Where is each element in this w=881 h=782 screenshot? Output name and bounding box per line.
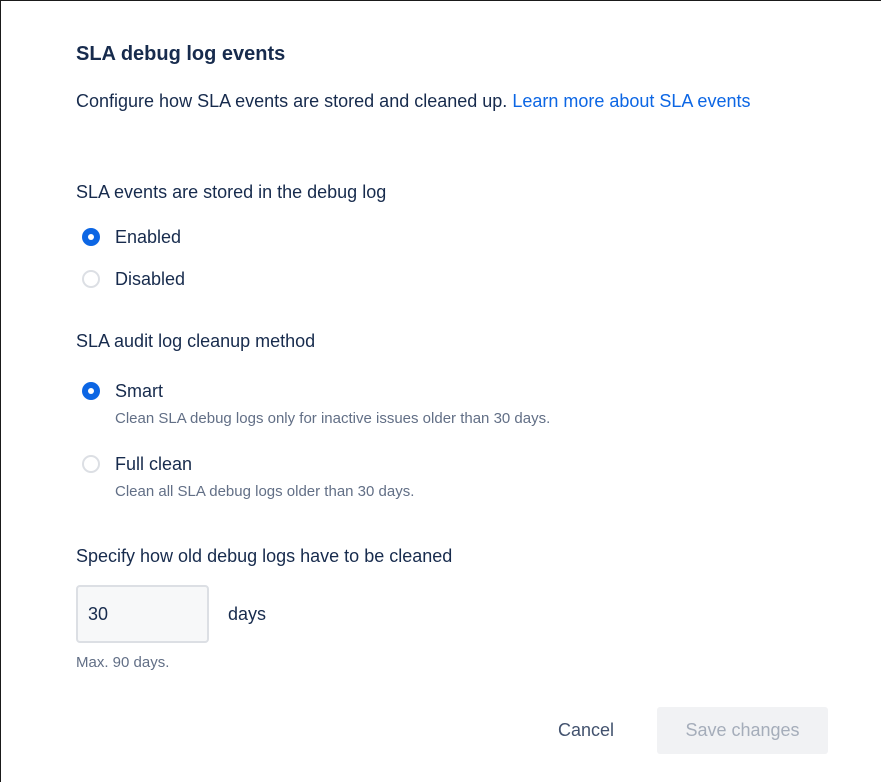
learn-more-link[interactable]: Learn more about SLA events: [512, 91, 750, 111]
days-unit-label: days: [228, 604, 267, 624]
radio-smart[interactable]: Smart Clean SLA debug logs only for inac…: [82, 380, 550, 427]
radio-selected-icon[interactable]: [82, 228, 100, 246]
page-description: Configure how SLA events are stored and …: [76, 88, 836, 115]
radio-full-clean[interactable]: Full clean Clean all SLA debug logs olde…: [82, 453, 414, 500]
cleanup-section-label: SLA audit log cleanup method: [76, 331, 316, 351]
radio-selected-icon[interactable]: [82, 382, 100, 400]
days-input[interactable]: [76, 585, 209, 643]
cancel-button[interactable]: Cancel: [546, 707, 626, 753]
radio-unselected-icon[interactable]: [82, 270, 100, 288]
radio-label-disabled: Disabled: [115, 269, 186, 289]
radio-hint-full-clean: Clean all SLA debug logs older than 30 d…: [115, 483, 415, 500]
radio-label-full-clean: Full clean: [115, 454, 193, 474]
save-changes-button[interactable]: Save changes: [657, 707, 828, 754]
page-title: SLA debug log events: [76, 43, 286, 65]
description-text: Configure how SLA events are stored and …: [76, 91, 508, 111]
radio-disabled[interactable]: Disabled: [82, 268, 185, 290]
radio-enabled[interactable]: Enabled: [82, 226, 181, 248]
max-days-hint: Max. 90 days.: [76, 654, 170, 671]
radio-hint-smart: Clean SLA debug logs only for inactive i…: [115, 410, 551, 427]
radio-label-smart: Smart: [115, 381, 164, 401]
age-section-label: Specify how old debug logs have to be cl…: [76, 546, 453, 566]
radio-label-enabled: Enabled: [115, 227, 182, 247]
radio-unselected-icon[interactable]: [82, 455, 100, 473]
storage-section-label: SLA events are stored in the debug log: [76, 182, 387, 202]
